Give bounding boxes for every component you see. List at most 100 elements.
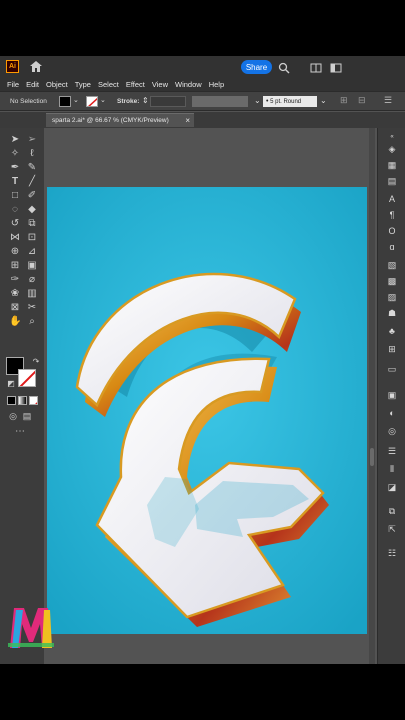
symbols-icon[interactable]: ♣ (386, 326, 398, 337)
menu-edit[interactable]: Edit (26, 80, 39, 89)
symbol-sprayer-tool-icon[interactable]: ❀ (9, 288, 21, 300)
opentype-icon[interactable]: O (386, 226, 398, 237)
right-panel-dock: « ◈ ▦ ▤ A ¶ O ɑ ▧ ▩ ▨ ☗ ♣ ⊞ ▭ ▣ ◐ ◎ ☰ ⫴ … (377, 128, 405, 664)
slice-tool-icon[interactable]: ✂ (26, 302, 38, 314)
share-button[interactable]: Share (241, 60, 272, 74)
magic-wand-tool-icon[interactable]: ✧ (9, 148, 21, 160)
draw-mode-icon[interactable]: ◎ (7, 410, 19, 422)
more-tools-icon[interactable]: ⋯ (14, 426, 26, 438)
selection-tool-icon[interactable]: ➤ (9, 134, 21, 146)
scroll-thumb[interactable] (370, 448, 374, 466)
panel-menu-icon[interactable]: ☰ (384, 95, 392, 106)
pen-tool-icon[interactable]: ✒ (9, 162, 21, 174)
variables-icon[interactable]: ☷ (386, 548, 398, 559)
libraries-icon[interactable]: ▦ (386, 160, 398, 171)
brushes-icon[interactable]: ▨ (386, 292, 398, 303)
transform-icon[interactable]: ⊟ (358, 95, 366, 106)
free-transform-tool-icon[interactable]: ⊡ (26, 232, 38, 244)
stroke-dropdown-icon[interactable]: ⌄ (100, 96, 106, 104)
align-panel-icon[interactable]: ⫴ (386, 464, 398, 475)
document-tab[interactable]: sparta 2.ai* @ 66.67 % (CMYK/Preview) × (46, 113, 194, 127)
menu-bar: File Edit Object Type Select Effect View… (0, 77, 405, 91)
fill-swatch[interactable] (59, 96, 71, 107)
variable-width-profile[interactable] (192, 96, 248, 107)
eyedropper-tool-icon[interactable]: ✑ (9, 274, 21, 286)
links-icon[interactable]: ⧉ (386, 506, 398, 517)
search-icon[interactable] (278, 61, 290, 74)
gradient-mode-icon[interactable] (18, 396, 27, 405)
illustrator-window: Ai Share File Edit Object Type Select Ef… (0, 56, 405, 664)
asset-export-icon[interactable]: ⇱ (386, 524, 398, 535)
swap-colors-icon[interactable]: ↷ (30, 356, 42, 368)
stroke-weight-field[interactable] (150, 96, 186, 107)
tools-panel: ➤ ➢ ✧ ℓ ✒ ✎ T ╱ □ ✐ ◌ ◆ ↺ ⧉ ⋈ ⊡ ⊕ ⊿ ⊞ ▣ … (0, 128, 44, 664)
default-colors-icon[interactable]: ◩ (5, 378, 17, 390)
blend-tool-icon[interactable]: ⌀ (26, 274, 38, 286)
menu-type[interactable]: Type (75, 80, 91, 89)
menu-select[interactable]: Select (98, 80, 119, 89)
fill-dropdown-icon[interactable]: ⌄ (73, 96, 79, 104)
perspective-tool-icon[interactable]: ⊿ (26, 246, 38, 258)
shaper-tool-icon[interactable]: ◌ (9, 204, 21, 216)
scale-tool-icon[interactable]: ⧉ (26, 218, 38, 230)
direct-selection-tool-icon[interactable]: ➢ (26, 134, 38, 146)
gradient-panel-icon[interactable]: ▣ (386, 390, 398, 401)
pathfinder-icon[interactable]: ◪ (386, 482, 398, 493)
brush-definition[interactable]: • 5 pt. Round (263, 96, 317, 107)
artboard-tool-icon[interactable]: ⊠ (9, 302, 21, 314)
rotate-tool-icon[interactable]: ↺ (9, 218, 21, 230)
workspace-icon[interactable] (330, 61, 342, 73)
type-tool-icon[interactable]: T (9, 176, 21, 188)
column-graph-tool-icon[interactable]: ▥ (26, 288, 38, 300)
zoom-tool-icon[interactable]: ⌕ (26, 316, 38, 328)
arrange-icon[interactable] (310, 61, 322, 73)
curvature-tool-icon[interactable]: ✎ (26, 162, 38, 174)
glyphs-icon[interactable]: ɑ (386, 242, 398, 253)
gradient-tool-icon[interactable]: ▣ (26, 260, 38, 272)
menu-object[interactable]: Object (46, 80, 68, 89)
stroke-stepper-icon[interactable]: ⇕ (142, 96, 149, 105)
vertical-scrollbar[interactable] (369, 128, 375, 664)
eraser-tool-icon[interactable]: ◆ (26, 204, 38, 216)
stroke-swatch[interactable] (86, 96, 98, 107)
transform-panel-icon[interactable]: ▭ (386, 364, 398, 375)
layers-icon[interactable]: ◈ (386, 144, 398, 155)
collapse-panels-icon[interactable]: « (386, 132, 398, 143)
width-tool-icon[interactable]: ⋈ (9, 232, 21, 244)
hand-tool-icon[interactable]: ✋ (9, 316, 21, 328)
rectangle-tool-icon[interactable]: □ (9, 190, 21, 202)
appearance-icon[interactable]: ◎ (386, 426, 398, 437)
brush-label: 5 pt. Round (270, 99, 302, 105)
color-mode-icon[interactable] (7, 396, 16, 405)
graphic-styles-icon[interactable]: ☗ (386, 308, 398, 319)
paintbrush-tool-icon[interactable]: ✐ (26, 190, 38, 202)
color-icon[interactable]: ▧ (386, 260, 398, 271)
brush-menu-icon[interactable]: ⌄ (320, 96, 327, 105)
screen-mode-icon[interactable]: ▤ (21, 410, 33, 422)
menu-view[interactable]: View (152, 80, 168, 89)
lasso-tool-icon[interactable]: ℓ (26, 148, 38, 160)
transparency-icon[interactable]: ◐ (386, 408, 398, 419)
artboard[interactable] (47, 187, 367, 634)
close-tab-icon[interactable]: × (185, 116, 190, 125)
line-tool-icon[interactable]: ╱ (26, 176, 38, 188)
control-bar: No Selection ⌄ ⌄ Stroke: ⇕ ⌄ • 5 pt. Rou… (0, 91, 405, 111)
home-icon[interactable] (29, 60, 43, 73)
mesh-tool-icon[interactable]: ⊞ (9, 260, 21, 272)
properties-icon[interactable]: ▤ (386, 176, 398, 187)
shape-builder-tool-icon[interactable]: ⊕ (9, 246, 21, 258)
menu-effect[interactable]: Effect (126, 80, 145, 89)
artboards-icon[interactable]: ⊞ (386, 344, 398, 355)
paragraph-icon[interactable]: ¶ (386, 210, 398, 221)
menu-file[interactable]: File (7, 80, 19, 89)
selection-status: No Selection (10, 98, 47, 105)
menu-help[interactable]: Help (209, 80, 224, 89)
none-mode-icon[interactable] (29, 396, 38, 405)
brush-dropdown-icon[interactable]: ⌄ (254, 96, 261, 105)
stroke-color-box[interactable] (18, 369, 36, 387)
menu-window[interactable]: Window (175, 80, 202, 89)
character-icon[interactable]: A (386, 194, 398, 205)
stroke-panel-icon[interactable]: ☰ (386, 446, 398, 457)
swatches-icon[interactable]: ▩ (386, 276, 398, 287)
align-icon[interactable]: ⊞ (340, 95, 348, 106)
